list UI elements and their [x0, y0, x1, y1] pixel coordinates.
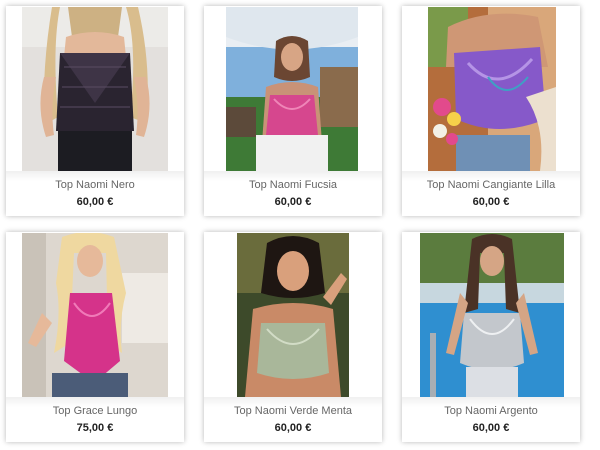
product-photo[interactable] [428, 7, 556, 171]
product-photo[interactable] [22, 7, 168, 171]
product-name[interactable]: Top Naomi Verde Menta [204, 405, 382, 417]
product-card[interactable]: Top Naomi Fucsia 60,00 € [204, 6, 382, 216]
product-card[interactable]: Top Grace Lungo 75,00 € [6, 232, 184, 442]
product-photo[interactable] [420, 233, 564, 397]
product-price: 60,00 € [472, 196, 510, 208]
product-price: 75,00 € [76, 422, 114, 434]
product-price: 60,00 € [76, 196, 114, 208]
product-name[interactable]: Top Naomi Cangiante Lilla [402, 179, 580, 191]
product-name[interactable]: Top Naomi Fucsia [204, 179, 382, 191]
product-card[interactable]: Top Naomi Argento 60,00 € [402, 232, 580, 442]
product-name[interactable]: Top Naomi Nero [6, 179, 184, 191]
product-card[interactable]: Top Naomi Cangiante Lilla 60,00 € [402, 6, 580, 216]
product-photo[interactable] [22, 233, 168, 397]
product-price: 60,00 € [274, 196, 312, 208]
product-price: 60,00 € [274, 422, 312, 434]
product-card[interactable]: Top Naomi Nero 60,00 € [6, 6, 184, 216]
product-name[interactable]: Top Grace Lungo [6, 405, 184, 417]
product-photo[interactable] [237, 233, 349, 397]
product-name[interactable]: Top Naomi Argento [402, 405, 580, 417]
product-price: 60,00 € [472, 422, 510, 434]
product-photo[interactable] [226, 7, 358, 171]
product-card[interactable]: Top Naomi Verde Menta 60,00 € [204, 232, 382, 442]
